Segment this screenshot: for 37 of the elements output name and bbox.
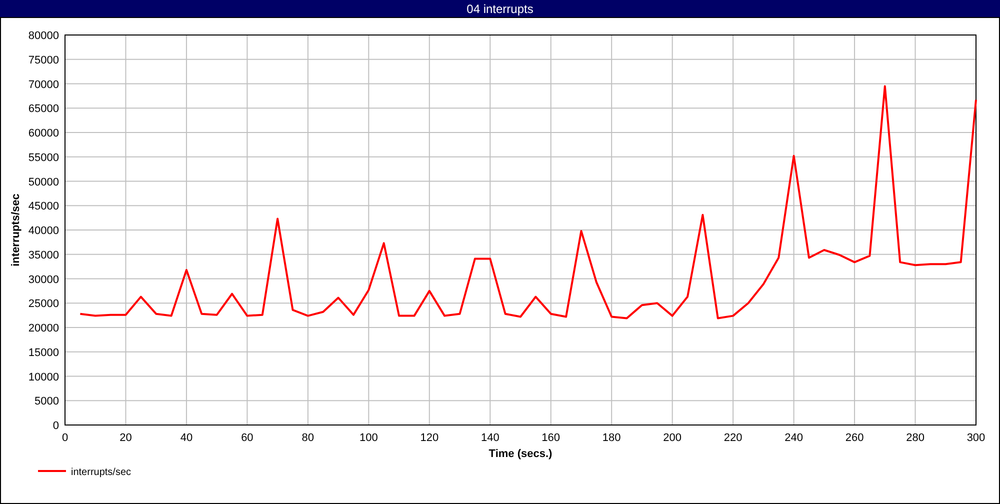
window-title: 04 interrupts (466, 2, 534, 14)
x-tick-label: 300 (966, 432, 986, 444)
legend-label: interrupts/sec (71, 467, 132, 478)
x-tick-label: 60 (241, 432, 254, 444)
x-tick-label: 180 (602, 432, 621, 444)
y-tick-label: 45000 (28, 200, 59, 213)
x-tick-label: 240 (784, 432, 803, 444)
y-tick-label: 70000 (28, 78, 59, 91)
x-tick-label: 0 (62, 432, 68, 444)
y-tick-label: 65000 (28, 103, 59, 116)
x-tick-label: 40 (180, 432, 193, 444)
x-axis-title: Time (secs.) (488, 448, 552, 460)
y-tick-label: 80000 (28, 30, 59, 42)
y-tick-label: 15000 (28, 346, 59, 359)
y-tick-label: 25000 (28, 298, 59, 310)
y-tick-label: 55000 (28, 152, 59, 164)
x-tick-label: 80 (302, 432, 314, 444)
x-tick-label: 220 (724, 432, 742, 444)
y-tick-label: 20000 (28, 322, 59, 334)
y-tick-label: 40000 (28, 225, 59, 237)
x-tick-label: 100 (359, 432, 378, 444)
y-axis-title: interrupts/sec (10, 194, 22, 266)
y-tick-label: 75000 (28, 54, 59, 66)
x-tick-label: 120 (420, 432, 439, 444)
x-tick-label: 260 (845, 432, 864, 444)
y-tick-label: 50000 (28, 176, 59, 188)
y-tick-label: 5000 (34, 396, 59, 408)
x-tick-label: 160 (542, 432, 560, 444)
x-tick-label: 20 (120, 432, 132, 444)
x-tick-label: 140 (480, 432, 500, 444)
y-tick-label: 10000 (28, 371, 59, 384)
x-tick-label: 200 (663, 432, 682, 444)
x-tick-label: 280 (906, 432, 924, 444)
y-tick-label: 35000 (28, 249, 59, 262)
y-tick-label: 30000 (28, 274, 59, 286)
y-tick-label: 60000 (28, 128, 59, 140)
y-tick-label: 0 (52, 420, 59, 432)
